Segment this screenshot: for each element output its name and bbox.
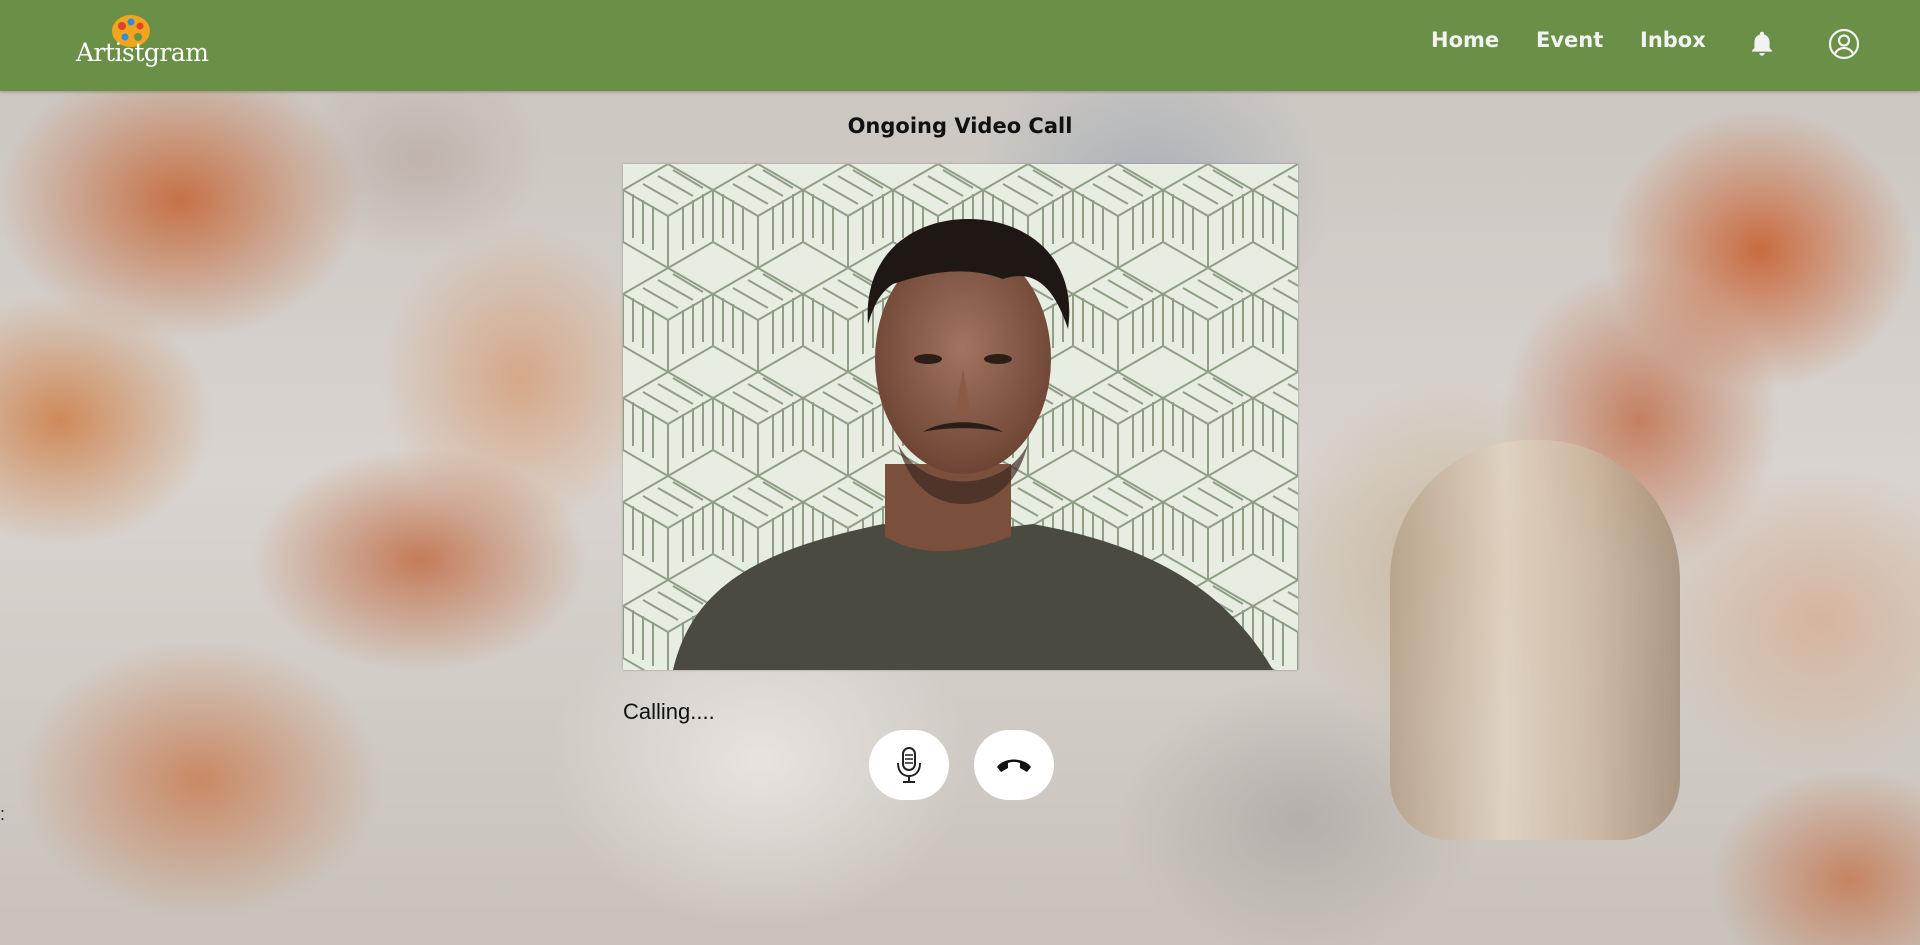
- mute-button[interactable]: [869, 730, 949, 800]
- end-call-icon: [997, 759, 1031, 772]
- logo[interactable]: Artistgram: [76, 14, 209, 70]
- end-call-button[interactable]: [974, 730, 1054, 800]
- background-temple-shape: [1390, 440, 1680, 840]
- stray-text: :: [0, 804, 6, 824]
- call-title: Ongoing Video Call: [847, 114, 1073, 138]
- bell-icon[interactable]: [1748, 30, 1776, 58]
- logo-text: Artistgram: [76, 38, 209, 67]
- video-feed: [623, 164, 1298, 670]
- call-status-text: Calling....: [623, 699, 715, 724]
- nav-home-link[interactable]: Home: [1431, 28, 1499, 52]
- video-frame-image: [623, 164, 1298, 670]
- nav-event-link[interactable]: Event: [1536, 28, 1603, 52]
- top-navbar: Artistgram Home Event Inbox: [0, 0, 1920, 91]
- nav-inbox-link[interactable]: Inbox: [1640, 28, 1706, 52]
- microphone-icon: [897, 747, 921, 783]
- user-circle-icon[interactable]: [1828, 28, 1860, 60]
